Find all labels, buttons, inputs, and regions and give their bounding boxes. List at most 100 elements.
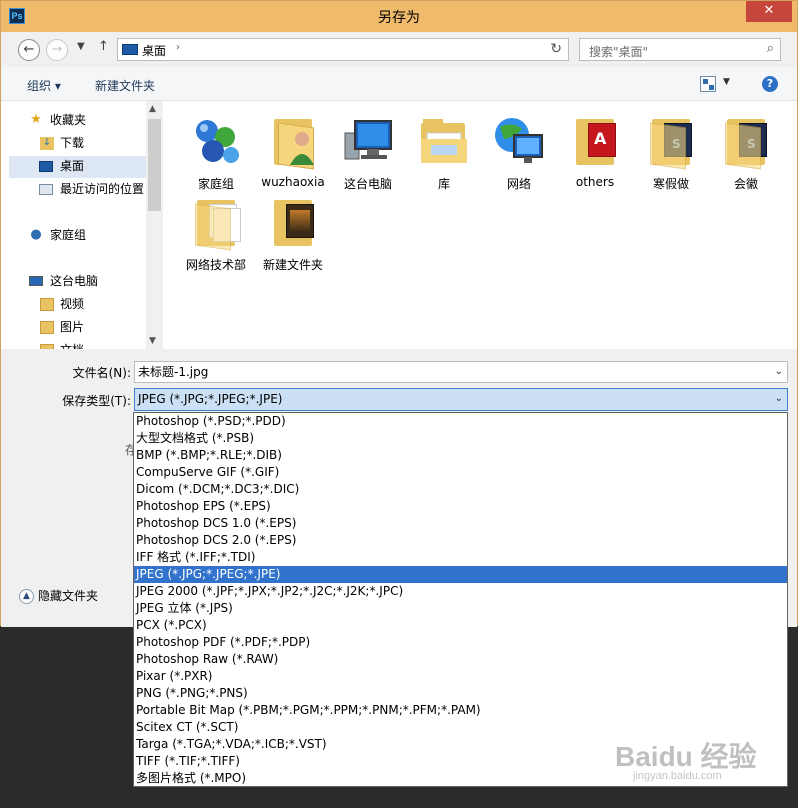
navigation-bar: ← → ▼ ↑ 桌面 › ↻ 搜索"桌面" ⌕: [1, 32, 797, 67]
filetype-option[interactable]: IFF 格式 (*.IFF;*.TDI): [134, 549, 787, 566]
scrollbar-thumb[interactable]: [148, 119, 161, 211]
sidebar-item-label: 家庭组: [50, 228, 87, 242]
address-location: 桌面: [142, 44, 167, 58]
filetype-option[interactable]: Photoshop EPS (*.EPS): [134, 498, 787, 515]
folder-icon: A: [568, 115, 622, 167]
change-view-icon[interactable]: [700, 76, 716, 92]
sidebar-item-desktop[interactable]: 桌面: [9, 156, 146, 178]
forward-button[interactable]: →: [46, 39, 68, 61]
filetype-dropdown-list[interactable]: Photoshop (*.PSD;*.PDD) 大型文档格式 (*.PSB) BMP…: [133, 412, 788, 787]
sidebar-item-label: 收藏夹: [50, 113, 87, 127]
filetype-option[interactable]: Pixar (*.PXR): [134, 668, 787, 685]
filetype-option[interactable]: Scitex CT (*.SCT): [134, 719, 787, 736]
refresh-icon[interactable]: ↻: [550, 41, 562, 57]
help-icon[interactable]: ?: [762, 76, 778, 92]
filename-input[interactable]: 未标题-1.jpg ⌄: [134, 361, 788, 383]
chevron-down-icon[interactable]: ⌄: [775, 389, 783, 409]
search-icon[interactable]: ⌕: [767, 41, 774, 56]
filename-label: 文件名(N):: [72, 366, 131, 380]
file-item-network[interactable]: 网络: [482, 109, 556, 191]
desktop-icon: [122, 44, 138, 55]
scroll-up-arrow-icon[interactable]: ▲: [149, 104, 156, 114]
view-options-dropdown-icon[interactable]: ▼: [723, 77, 730, 87]
filetype-option[interactable]: Photoshop DCS 1.0 (*.EPS): [134, 515, 787, 532]
filetype-option[interactable]: PCX (*.PCX): [134, 617, 787, 634]
filetype-option[interactable]: Photoshop PDF (*.PDF;*.PDP): [134, 634, 787, 651]
search-placeholder: 搜索"桌面": [589, 45, 649, 59]
close-button[interactable]: ✕: [746, 1, 792, 22]
sidebar-item-homegroup[interactable]: ● 家庭组: [9, 225, 146, 247]
filetype-label: 保存类型(T):: [62, 394, 131, 408]
up-button[interactable]: ↑: [98, 39, 109, 54]
filetype-option[interactable]: Photoshop (*.PSD;*.PDD): [134, 413, 787, 430]
address-bar[interactable]: 桌面 › ↻: [117, 38, 569, 61]
videos-folder-icon: [40, 298, 54, 311]
user-folder-icon: [266, 115, 320, 170]
hide-folders-button[interactable]: ▲ 隐藏文件夹: [19, 587, 98, 604]
file-item-this-pc[interactable]: 这台电脑: [331, 109, 405, 191]
filetype-option[interactable]: Photoshop Raw (*.RAW): [134, 651, 787, 668]
file-item-library[interactable]: 库: [407, 109, 481, 191]
filetype-option[interactable]: Photoshop DCS 2.0 (*.EPS): [134, 532, 787, 549]
star-icon: ★: [30, 112, 42, 127]
chevron-down-icon[interactable]: ⌄: [775, 362, 783, 382]
file-item-winter-vacation[interactable]: S 寒假做: [634, 109, 708, 191]
sidebar-item-label: 图片: [60, 320, 85, 334]
sidebar-item-favorites[interactable]: ★ 收藏夹: [9, 110, 146, 132]
filetype-option[interactable]: CompuServe GIF (*.GIF): [134, 464, 787, 481]
sidebar-item-label: 这台电脑: [50, 274, 99, 288]
filetype-options: Photoshop (*.PSD;*.PDD) 大型文档格式 (*.PSB) BMP…: [134, 413, 787, 787]
sidebar-item-pictures[interactable]: 图片: [9, 317, 146, 339]
recent-places-icon: [39, 184, 53, 195]
toolbar: 组织 ▾ 新建文件夹 ▼ ?: [1, 67, 797, 101]
file-item-wuzhaoxia[interactable]: wuzhaoxia: [256, 109, 330, 189]
filetype-option[interactable]: JPEG (*.JPG;*.JPEG;*.JPE): [134, 566, 787, 583]
sidebar-item-documents[interactable]: 文档: [9, 340, 146, 349]
breadcrumb-chevron-icon[interactable]: ›: [176, 42, 180, 53]
filetype-option[interactable]: 大型文档格式 (*.PSB): [134, 430, 787, 447]
file-item-network-tech-dept[interactable]: 网络技术部: [179, 190, 253, 272]
new-folder-button[interactable]: 新建文件夹: [95, 77, 155, 94]
filetype-option[interactable]: BMP (*.BMP;*.RLE;*.DIB): [134, 447, 787, 464]
chevron-up-icon: ▲: [19, 589, 34, 604]
sidebar-item-label: 视频: [60, 297, 85, 311]
hide-folders-label: 隐藏文件夹: [38, 589, 99, 603]
filetype-option[interactable]: JPEG 立体 (*.JPS): [134, 600, 787, 617]
window-title: 另存为: [378, 10, 420, 26]
sidebar-item-downloads[interactable]: ↓ 下载: [9, 133, 146, 155]
filetype-option[interactable]: PNG (*.PNG;*.PNS): [134, 685, 787, 702]
computer-icon: [29, 276, 43, 286]
filetype-option[interactable]: Portable Bit Map (*.PBM;*.PGM;*.PPM;*.PN…: [134, 702, 787, 719]
filetype-select[interactable]: JPEG (*.JPG;*.JPEG;*.JPE) ⌄: [134, 388, 788, 411]
library-icon: [421, 119, 467, 163]
sidebar-item-label: 下载: [60, 136, 85, 150]
desktop-icon: [39, 161, 53, 172]
organize-button[interactable]: 组织 ▾: [27, 77, 61, 94]
file-item-others[interactable]: A others: [558, 109, 632, 189]
file-item-new-folder[interactable]: 新建文件夹: [256, 190, 330, 272]
recent-locations-dropdown-icon[interactable]: ▼: [77, 41, 85, 52]
filetype-option[interactable]: JPEG 2000 (*.JPF;*.JPX;*.JP2;*.J2C;*.J2K…: [134, 583, 787, 600]
filetype-option[interactable]: Dicom (*.DCM;*.DC3;*.DIC): [134, 481, 787, 498]
filename-value: 未标题-1.jpg: [138, 365, 209, 379]
search-input[interactable]: 搜索"桌面" ⌕: [579, 38, 781, 61]
scroll-down-arrow-icon[interactable]: ▼: [149, 336, 156, 346]
nav-pane-scrollbar[interactable]: ▲ ▼: [146, 101, 163, 349]
file-item-emblem[interactable]: S 会徽: [709, 109, 783, 191]
sidebar-item-videos[interactable]: 视频: [9, 294, 146, 316]
sidebar-item-this-pc[interactable]: 这台电脑: [9, 271, 146, 293]
file-item-homegroup[interactable]: 家庭组: [179, 109, 253, 191]
baidu-watermark: Baidu 经验: [615, 741, 757, 772]
filetype-value: JPEG (*.JPG;*.JPEG;*.JPE): [138, 392, 283, 406]
homegroup-icon: [196, 120, 239, 163]
title-bar[interactable]: Ps 另存为 ✕: [1, 1, 797, 32]
sidebar-item-recent-places[interactable]: 最近访问的位置: [9, 179, 146, 201]
file-item-label: 新建文件夹: [262, 258, 323, 272]
homegroup-icon: ●: [30, 227, 42, 242]
sidebar-item-label: 桌面: [60, 159, 85, 173]
folder-icon: S: [644, 115, 698, 170]
navigation-pane: ★ 收藏夹 ↓ 下载 桌面 最近访问的位置 ● 家庭组 这台电脑 视频 图片 ▲…: [1, 101, 163, 349]
pictures-folder-icon: [40, 321, 54, 334]
back-button[interactable]: ←: [18, 39, 40, 61]
sidebar-item-label: 最近访问的位置: [60, 182, 145, 196]
